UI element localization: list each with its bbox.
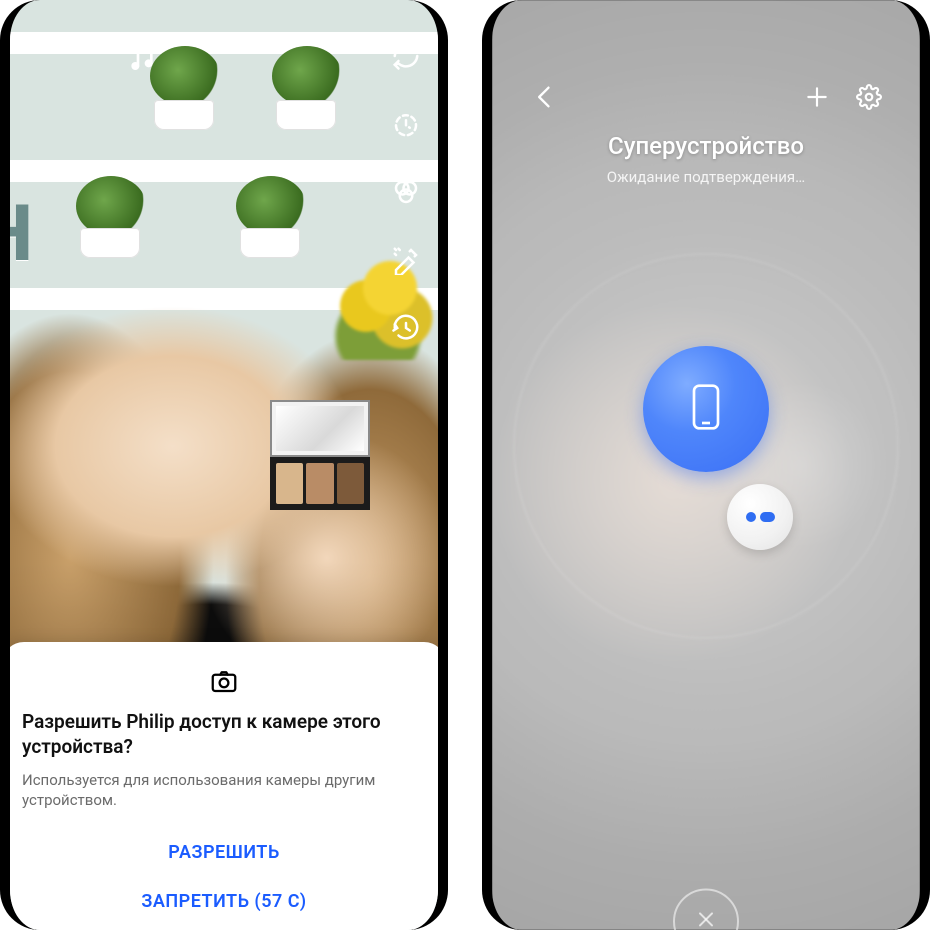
decor-plant <box>236 176 306 236</box>
permission-subtitle: Используется для использования камеры др… <box>22 770 426 811</box>
decor-pot <box>154 100 214 130</box>
pending-indicator-bar <box>760 512 775 522</box>
decor-pot <box>276 100 336 130</box>
superdevice-subtitle: Ожидание подтверждения… <box>492 168 920 186</box>
switch-camera-icon[interactable] <box>388 38 424 74</box>
decor-plant <box>150 46 220 106</box>
decor-plant <box>76 176 146 236</box>
device-bubble-pending[interactable] <box>727 484 793 550</box>
superdevice-title: Суперустройство <box>492 132 920 160</box>
decor-plant <box>272 46 342 106</box>
camera-tools <box>388 38 424 346</box>
phone-icon <box>689 383 723 435</box>
music-icon[interactable] <box>126 42 158 74</box>
close-icon <box>694 907 718 930</box>
decor-pot <box>240 228 300 258</box>
decor-compact <box>270 400 370 510</box>
allow-button[interactable]: РАЗРЕШИТЬ <box>22 828 426 877</box>
filters-icon[interactable] <box>388 174 424 210</box>
decor-pot <box>80 228 140 258</box>
topbar <box>492 80 904 114</box>
plus-icon[interactable] <box>800 80 834 114</box>
beauty-icon[interactable] <box>388 242 424 278</box>
deny-button[interactable]: ЗАПРЕТИТЬ (57 С) <box>22 877 426 926</box>
pending-indicator-dot <box>746 512 756 522</box>
timer-icon[interactable] <box>388 106 424 142</box>
phone-left-frame: H <box>0 0 448 930</box>
permission-title: Разрешить Philip доступ к камере этого у… <box>22 710 426 759</box>
decor-letter: H <box>0 196 38 274</box>
phone-right-frame: Суперустройство Ожидание подтверждения… <box>482 0 930 930</box>
camera-icon <box>22 666 426 700</box>
gear-icon[interactable] <box>852 80 886 114</box>
device-bubble-main[interactable] <box>643 346 769 472</box>
speed-icon[interactable] <box>388 310 424 346</box>
permission-sheet: Разрешить Philip доступ к камере этого у… <box>2 642 446 930</box>
back-icon[interactable] <box>528 80 562 114</box>
